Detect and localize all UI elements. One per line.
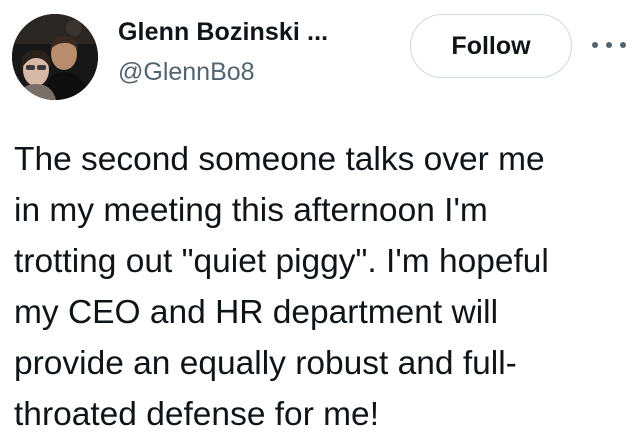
author-handle[interactable]: @GlennBo8 [118,58,255,87]
tweet-text-line: in my meeting this afternoon I'm [14,192,488,229]
more-dot [620,42,626,48]
more-dot [592,42,598,48]
follow-button[interactable]: Follow [410,14,572,78]
author-display-name[interactable]: Glenn Bozinski ... [118,18,328,47]
tweet-text-line: throated defense for me! [14,396,379,433]
avatar-photo [12,14,98,100]
tweet-text-line: trotting out "quiet piggy". I'm hopeful [14,243,549,280]
tweet-text-line: The second someone talks over me [14,141,545,178]
tweet-text: The second someone talks over me in my m… [14,134,626,440]
avatar[interactable] [12,14,98,100]
more-horizontal-icon[interactable] [592,34,626,56]
more-dot [606,42,612,48]
tweet-card: Glenn Bozinski ... @GlennBo8 Follow The … [0,0,636,442]
tweet-text-line: provide an equally robust and full- [14,345,517,382]
tweet-text-line: my CEO and HR department will [14,294,499,331]
